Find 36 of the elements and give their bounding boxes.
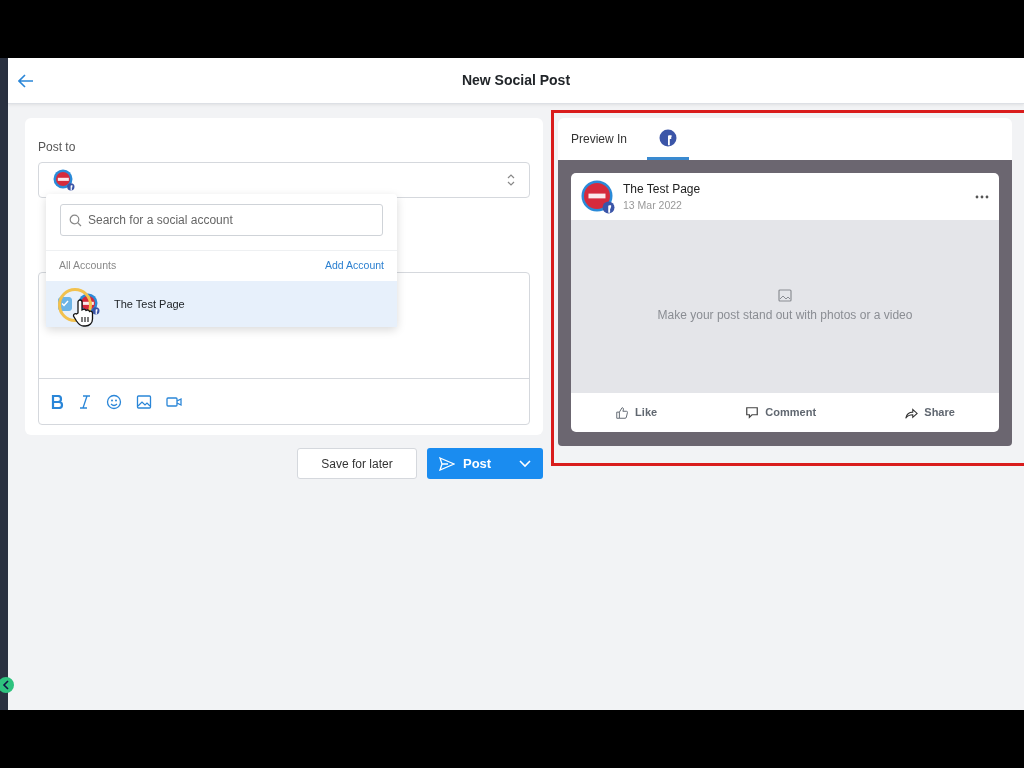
save-for-later-button[interactable]: Save for later [297, 448, 417, 479]
image-icon [778, 289, 792, 302]
account-row[interactable]: The Test Page [46, 280, 397, 327]
bold-icon[interactable] [51, 394, 64, 409]
share-button[interactable]: Share [898, 403, 961, 422]
caret-icon [519, 459, 531, 468]
italic-icon[interactable] [78, 394, 92, 409]
send-icon [439, 456, 455, 471]
back-arrow-icon[interactable] [18, 73, 34, 88]
video-icon[interactable] [166, 394, 182, 409]
like-icon [615, 405, 630, 420]
field-label: Post to [38, 139, 77, 156]
sort-caret-icon [507, 173, 515, 187]
image-icon[interactable] [136, 393, 152, 410]
share-icon [904, 405, 919, 420]
like-button[interactable]: Like [609, 403, 664, 422]
hand-cursor-icon [71, 298, 95, 327]
emoji-icon[interactable] [106, 393, 122, 410]
account-avatar-icon [53, 169, 75, 191]
post-date: 13 Mar 2022 [623, 197, 683, 213]
post-button[interactable]: Post [427, 448, 543, 479]
page-title: New Social Post [461, 72, 571, 89]
add-account-link[interactable]: Add Account [325, 258, 384, 274]
page-name: The Test Page [623, 180, 702, 198]
facebook-icon [659, 128, 678, 147]
section-label: All Accounts [59, 258, 117, 273]
check-icon [61, 300, 69, 308]
media-hint: Make your post stand out with photos or a video [657, 307, 913, 324]
search-field[interactable]: Search for a social account [60, 204, 383, 236]
comment-icon [745, 405, 760, 420]
collapse-button[interactable] [0, 677, 14, 693]
more-icon[interactable] [975, 194, 989, 199]
preview-label: Preview In [571, 131, 628, 148]
account-name: The Test Page [114, 296, 185, 312]
page-avatar-icon [581, 179, 615, 214]
comment-button[interactable]: Comment [739, 403, 823, 422]
